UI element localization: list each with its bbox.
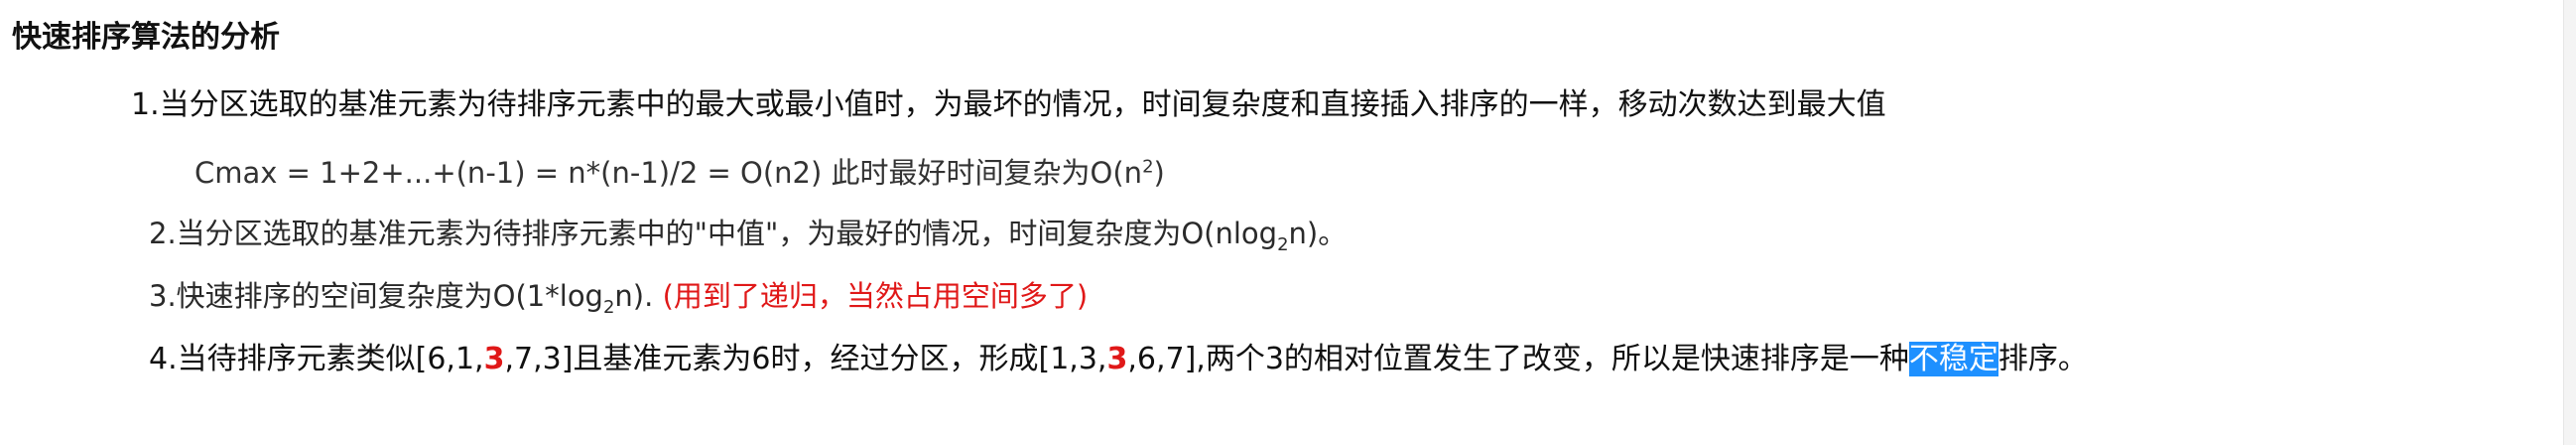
point-3-tail: n). xyxy=(614,279,663,313)
point-2: 2.当分区选取的基准元素为待排序元素中的"中值"，为最好的情况，时间复杂度为O(… xyxy=(149,214,1347,253)
point-3-log-base: 2 xyxy=(602,296,615,318)
point-4-part-4: 排序。 xyxy=(1997,342,2088,376)
cmax-formula-close: ) xyxy=(1153,156,1165,190)
point-2-log-base: 2 xyxy=(1277,233,1289,255)
cmax-formula: Cmax = 1+2+...+(n-1) = n*(n-1)/2 = O(n2)… xyxy=(194,153,1165,193)
point-3: 3.快速排序的空间复杂度为O(1*log2n). (用到了递归，当然占用空间多了… xyxy=(149,276,1088,316)
point-1: 1.当分区选取的基准元素为待排序元素中的最大或最小值时，为最坏的情况，时间复杂度… xyxy=(131,87,1886,122)
selected-text-unstable[interactable]: 不稳定 xyxy=(1908,342,1998,376)
point-4-part-3: ,6,7],两个3的相对位置发生了改变，所以是快速排序是一种 xyxy=(1127,342,1909,376)
point-3-note: (用到了递归，当然占用空间多了) xyxy=(662,279,1089,313)
point-4: 4.当待排序元素类似[6,1,3,7,3]且基准元素为6时，经过分区，形成[1,… xyxy=(149,340,2088,379)
point-4-red-digit-2: 3 xyxy=(1106,342,1128,376)
point-4-part-2: ,7,3]且基准元素为6时，经过分区，形成[1,3, xyxy=(504,342,1107,376)
document-page: 快速排序算法的分析 1.当分区选取的基准元素为待排序元素中的最大或最小值时，为最… xyxy=(0,0,2576,445)
section-title: 快速排序算法的分析 xyxy=(12,20,280,55)
scrollbar-track[interactable] xyxy=(2563,0,2576,445)
point-4-part-1: 4.当待排序元素类似[6,1, xyxy=(149,342,484,376)
point-2-tail: n)。 xyxy=(1288,217,1348,250)
cmax-formula-text: Cmax = 1+2+...+(n-1) = n*(n-1)/2 = O(n2)… xyxy=(194,156,1143,190)
cmax-exponent: 2 xyxy=(1142,156,1154,178)
point-3-text: 3.快速排序的空间复杂度为O(1*log xyxy=(149,279,603,313)
point-4-red-digit-1: 3 xyxy=(483,342,505,376)
point-2-text: 2.当分区选取的基准元素为待排序元素中的"中值"，为最好的情况，时间复杂度为O(… xyxy=(149,217,1278,250)
